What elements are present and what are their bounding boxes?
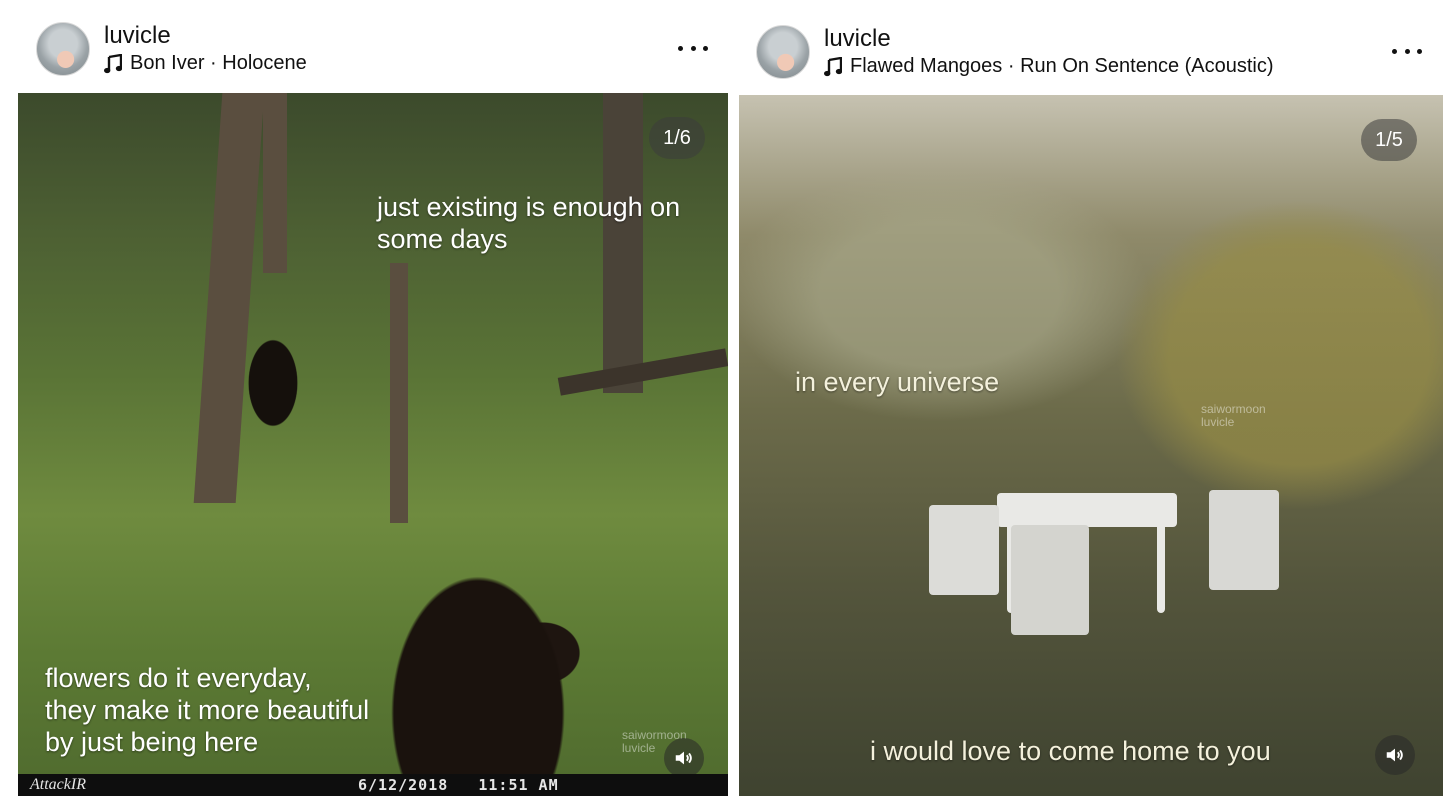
- watermark: saiwormoon luvicle: [1201, 402, 1266, 429]
- image-counter: 1/6: [649, 117, 705, 159]
- username[interactable]: luvicle: [824, 25, 891, 53]
- avatar[interactable]: [756, 25, 810, 79]
- username[interactable]: luvicle: [104, 22, 171, 50]
- time-value: 11:51 AM: [478, 776, 559, 794]
- post-image[interactable]: 1/5 in every universe saiwormoon luvicle…: [739, 95, 1443, 796]
- song-label: Bon Iver · Holocene: [130, 52, 307, 74]
- more-options-icon[interactable]: [678, 42, 708, 54]
- date-stamp: 6/12/2018 11:51 AM: [358, 776, 559, 794]
- table-leg: [1157, 523, 1165, 613]
- chair: [929, 505, 999, 595]
- tree-trunk: [193, 93, 265, 503]
- caption-bottom: i would love to come home to you: [870, 736, 1271, 766]
- caption-bottom: flowers do it everyday, they make it mor…: [45, 663, 370, 757]
- music-note-icon: [104, 53, 122, 73]
- camera-date-bar: AttackIR 6/12/2018 11:51 AM: [18, 774, 728, 796]
- tree-trunk: [263, 93, 287, 273]
- post-header: luvicle Bon Iver · Holocene: [0, 0, 736, 94]
- post-left: luvicle Bon Iver · Holocene 1/6 just exi…: [0, 0, 736, 802]
- caption-top: just existing is enough on some days: [377, 192, 681, 254]
- speaker-icon[interactable]: [1375, 735, 1415, 775]
- camera-brand: AttackIR: [30, 776, 86, 793]
- tree-trunk: [390, 263, 408, 523]
- chair: [1011, 525, 1089, 635]
- image-counter: 1/5: [1361, 119, 1417, 161]
- post-image[interactable]: 1/6 just existing is enough on some days…: [18, 93, 728, 796]
- caption-top: in every universe: [795, 367, 1000, 397]
- music-note-icon: [824, 56, 842, 76]
- more-options-icon[interactable]: [1392, 45, 1422, 57]
- post-right: luvicle Flawed Mangoes · Run On Sentence…: [736, 0, 1456, 802]
- speaker-glyph: [675, 751, 692, 765]
- speaker-glyph: [1386, 748, 1403, 762]
- song-info[interactable]: Bon Iver · Holocene: [104, 52, 307, 75]
- avatar[interactable]: [36, 22, 90, 76]
- song-info[interactable]: Flawed Mangoes · Run On Sentence (Acoust…: [824, 55, 1274, 78]
- chair: [1209, 490, 1279, 590]
- speaker-icon[interactable]: [664, 738, 704, 778]
- post-header: luvicle Flawed Mangoes · Run On Sentence…: [736, 0, 1456, 94]
- song-label: Flawed Mangoes · Run On Sentence (Acoust…: [850, 55, 1274, 77]
- date-value: 6/12/2018: [358, 776, 449, 794]
- table: [997, 493, 1177, 527]
